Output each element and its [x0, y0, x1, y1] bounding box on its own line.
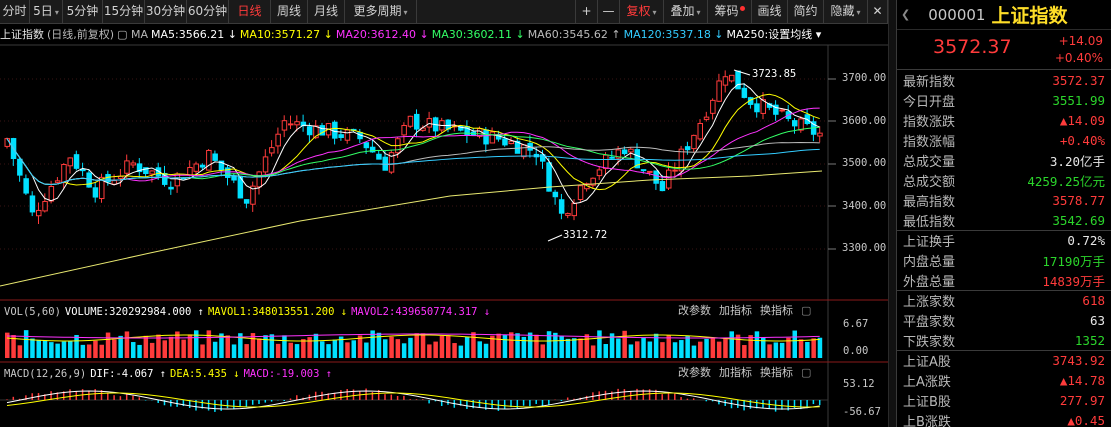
indicator-btn[interactable]: 加指标	[719, 366, 752, 379]
quote-label: 今日开盘	[903, 94, 956, 110]
macd-buttons: 改参数 加指标 换指标 ▢	[670, 365, 811, 381]
quote-row: 今日开盘 3551.99	[897, 90, 1111, 110]
low-annotation: 3312.72	[563, 229, 608, 241]
stock-terminal: 分时 5日 ▾ 5分钟 15分钟 30分钟 60分钟 日线 周线 月线 更多周期 ▾ + — 复权 ▾ 叠加 ▾ 筹…	[0, 0, 1111, 427]
indicator-value: MACD(12,26,9)	[4, 368, 87, 380]
close-icon[interactable]: ▢	[801, 366, 811, 379]
quote-value: 618	[1082, 293, 1105, 308]
quote-row: 上证B股 277.97	[897, 390, 1111, 410]
quote-row: 指数涨幅 +0.40%	[897, 130, 1111, 150]
quote-label: 上B涨跌	[903, 414, 951, 427]
price-tick: 3400.00	[842, 200, 887, 212]
indicator-btn[interactable]: 换指标	[760, 304, 793, 317]
price-change: +14.09	[1058, 34, 1103, 48]
quote-row: 平盘家数 63	[897, 310, 1111, 330]
volume-header: VOL(5,60) VOLUME:320292984.000 ↑ MAVOL1:34…	[4, 304, 494, 320]
quote-rows: 最新指数 3572.37 今日开盘 3551.99 指数涨跌 ▲14.09 指数涨幅 +0.4…	[897, 70, 1111, 427]
quote-value: 3.20亿手	[1049, 153, 1105, 169]
quote-label: 上证换手	[903, 235, 956, 250]
indicator-value: DEA:5.435 ↓	[170, 368, 240, 380]
quote-row: 指数涨跌 ▲14.09	[897, 110, 1111, 130]
indicator-value: VOLUME:320292984.000 ↑	[64, 306, 204, 318]
quote-row: 上涨家数 618	[897, 290, 1111, 310]
vol-axis-top: 6.67	[843, 318, 869, 330]
macd-axis-bottom: -56.67	[843, 406, 881, 418]
quote-value: ▲0.45	[1067, 412, 1105, 427]
quote-row: 最新指数 3572.37	[897, 70, 1111, 90]
quote-row: 上B涨跌 ▲0.45	[897, 410, 1111, 427]
quote-row: 上证换手 0.72%	[897, 230, 1111, 250]
quote-price-block: 3572.37 +14.09 +0.40%	[897, 30, 1111, 70]
quote-label: 外盘总量	[903, 274, 956, 290]
quote-header: ❮ 000001 上证指数	[897, 0, 1111, 30]
price-change-pct: +0.40%	[1054, 51, 1103, 65]
quote-label: 总成交量	[903, 154, 956, 170]
quote-value: 1352	[1074, 332, 1105, 348]
vol-axis-bottom: 0.00	[843, 345, 869, 357]
price-tick: 3600.00	[842, 115, 887, 127]
quote-label: 总成交额	[903, 174, 956, 190]
current-price: 3572.37	[933, 36, 1012, 58]
quote-label: 指数涨跌	[903, 114, 956, 130]
indicator-value: MAVOL2:439650774.317 ↓	[351, 306, 491, 318]
quote-value: 4259.25亿元	[1027, 173, 1105, 189]
indicator-value: DIF:-4.067 ↑	[90, 368, 167, 380]
quote-row: 总成交额 4259.25亿元	[897, 170, 1111, 190]
quote-value: 17190万手	[1042, 253, 1105, 269]
quote-label: 内盘总量	[903, 254, 956, 270]
quote-row: 内盘总量 17190万手	[897, 250, 1111, 270]
quote-label: 上证B股	[903, 394, 951, 410]
quote-label: 最新指数	[903, 74, 956, 90]
indicator-value: MAVOL1:348013551.200 ↓	[207, 306, 348, 318]
quote-value: 3551.99	[1052, 92, 1105, 108]
quote-value: 14839万手	[1042, 273, 1105, 289]
quote-label: 指数涨幅	[903, 134, 956, 150]
quote-row: 总成交量 3.20亿手	[897, 150, 1111, 170]
quote-value: +0.40%	[1059, 132, 1105, 148]
macd-header: MACD(12,26,9) DIF:-4.067 ↑ DEA:5.435 ↓ MACD…	[4, 366, 336, 382]
indicator-btn[interactable]: 改参数	[678, 366, 711, 379]
quote-label: 最低指数	[903, 214, 956, 230]
price-tick: 3500.00	[842, 157, 887, 169]
indicator-value: MACD:-19.003 ↑	[243, 368, 333, 380]
quote-value: ▲14.09	[1059, 112, 1105, 128]
quote-value: 3743.92	[1052, 353, 1105, 368]
indicator-btn[interactable]: 换指标	[760, 366, 793, 379]
quote-label: 上A涨跌	[903, 374, 951, 390]
quote-label: 上证A股	[903, 355, 951, 370]
quote-label: 下跌家数	[903, 334, 956, 350]
quote-label: 上涨家数	[903, 295, 956, 310]
quote-row: 最高指数 3578.77	[897, 190, 1111, 210]
quote-value: 63	[1089, 312, 1105, 328]
indicator-btn[interactable]: 加指标	[719, 304, 752, 317]
price-tick: 3300.00	[842, 242, 887, 254]
expand-icon[interactable]: ❮	[901, 8, 910, 21]
quote-row: 上证A股 3743.92	[897, 350, 1111, 370]
quote-row: 上A涨跌 ▲14.78	[897, 370, 1111, 390]
indicator-value: VOL(5,60)	[4, 306, 61, 318]
vertical-scrollbar[interactable]	[888, 0, 896, 427]
quote-value: 3578.77	[1052, 192, 1105, 208]
quote-value: 3542.69	[1052, 212, 1105, 228]
index-code: 000001	[928, 5, 986, 24]
indicator-btn[interactable]: 改参数	[678, 304, 711, 317]
quote-panel: ❮ 000001 上证指数 3572.37 +14.09 +0.40% 最新指数…	[896, 0, 1111, 427]
quote-label: 平盘家数	[903, 314, 956, 330]
price-tick: 3700.00	[842, 72, 887, 84]
quote-value: 277.97	[1059, 392, 1105, 408]
close-icon[interactable]: ▢	[801, 304, 811, 317]
quote-row: 最低指数 3542.69	[897, 210, 1111, 230]
volume-buttons: 改参数 加指标 换指标 ▢	[670, 303, 811, 319]
kline-chart[interactable]	[0, 0, 888, 427]
macd-axis-top: 53.12	[843, 378, 875, 390]
quote-value: 3572.37	[1052, 72, 1105, 88]
high-annotation: 3723.85	[752, 68, 797, 80]
quote-row: 下跌家数 1352	[897, 330, 1111, 350]
quote-row: 外盘总量 14839万手	[897, 270, 1111, 290]
quote-value: 0.72%	[1067, 233, 1105, 248]
quote-label: 最高指数	[903, 194, 956, 210]
quote-value: ▲14.78	[1059, 372, 1105, 388]
index-name: 上证指数	[991, 5, 1068, 27]
